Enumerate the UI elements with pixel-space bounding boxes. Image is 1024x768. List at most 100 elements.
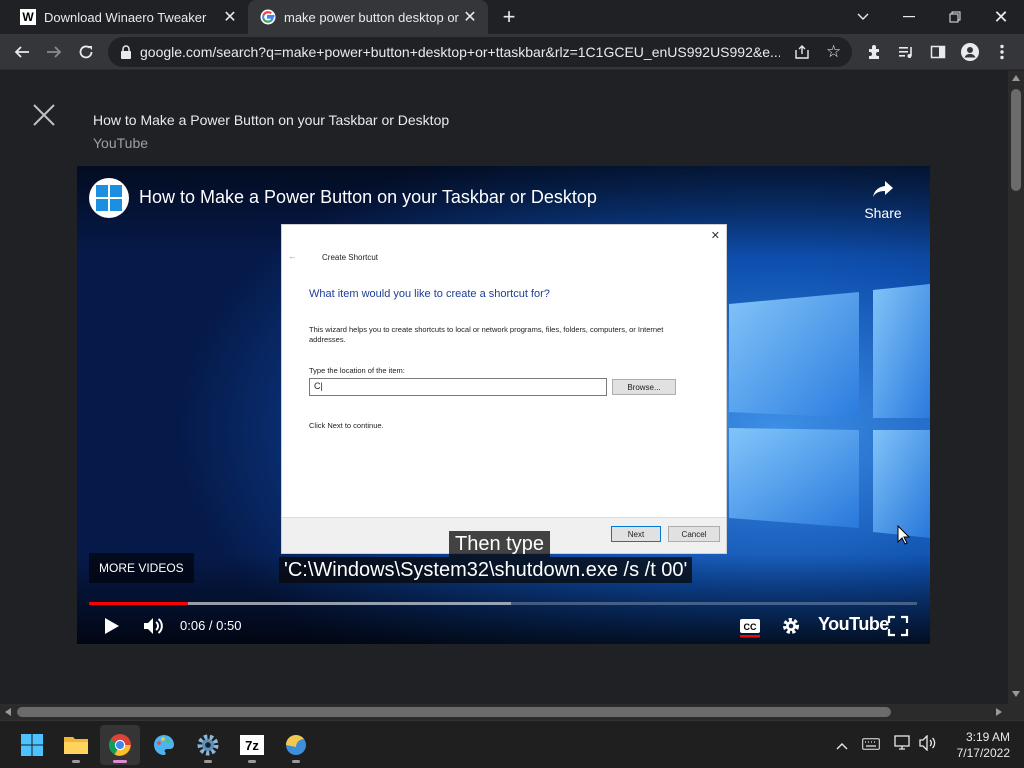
restore-icon[interactable] bbox=[932, 0, 978, 34]
volume-icon bbox=[144, 618, 163, 634]
cancel-button[interactable]: Cancel bbox=[668, 526, 720, 542]
share-button[interactable]: Share bbox=[861, 180, 905, 221]
start-button[interactable] bbox=[12, 725, 52, 765]
windows-logo-icon bbox=[96, 185, 122, 211]
url-text[interactable]: google.com/search?q=make+power+button+de… bbox=[140, 44, 780, 60]
forward-icon[interactable] bbox=[40, 38, 68, 66]
dialog-close-icon[interactable]: ✕ bbox=[711, 229, 720, 242]
captions-button[interactable]: CC bbox=[739, 616, 761, 638]
result-source: YouTube bbox=[93, 135, 149, 151]
paint-app-button[interactable] bbox=[144, 725, 184, 765]
more-videos-button[interactable]: MORE VIDEOS bbox=[89, 553, 194, 583]
winaero-favicon-icon: W bbox=[20, 9, 36, 25]
address-bar[interactable]: google.com/search?q=make+power+button+de… bbox=[108, 37, 852, 67]
menu-kebab-icon[interactable] bbox=[988, 38, 1016, 66]
running-indicator bbox=[292, 760, 300, 763]
share-arrow-icon bbox=[873, 181, 893, 197]
video-player[interactable]: How to Make a Power Button on your Taskb… bbox=[77, 166, 930, 644]
youtube-logo[interactable]: YouTube bbox=[818, 614, 889, 635]
scroll-right-icon[interactable] bbox=[996, 708, 1002, 716]
chrome-taskbar-button[interactable] bbox=[100, 725, 140, 765]
media-control-icon[interactable] bbox=[892, 38, 920, 66]
scrollbar-corner bbox=[1008, 704, 1024, 720]
next-button[interactable]: Next bbox=[611, 526, 661, 542]
bookmark-star-icon[interactable]: ☆ bbox=[826, 43, 841, 60]
dialog-heading: What item would you like to create a sho… bbox=[309, 288, 550, 300]
running-indicator bbox=[248, 760, 256, 763]
show-hidden-icons-chevron-icon[interactable] bbox=[836, 737, 848, 755]
clock[interactable]: 3:19 AM 7/17/2022 bbox=[944, 729, 1010, 761]
vertical-scroll-thumb[interactable] bbox=[1011, 89, 1021, 191]
mouse-cursor-icon bbox=[897, 525, 910, 545]
fullscreen-button[interactable] bbox=[887, 615, 909, 637]
lock-icon[interactable] bbox=[120, 45, 132, 59]
scroll-left-icon[interactable] bbox=[5, 708, 11, 716]
channel-avatar[interactable] bbox=[89, 178, 129, 218]
side-panel-icon[interactable] bbox=[924, 38, 952, 66]
close-window-icon[interactable]: ✕ bbox=[978, 0, 1024, 34]
dialog-title: Create Shortcut bbox=[322, 253, 379, 262]
settings-gear-icon bbox=[197, 734, 219, 756]
caption-line-2: 'C:\Windows\System32\shutdown.exe /s /t … bbox=[279, 557, 693, 583]
progress-bar[interactable] bbox=[89, 602, 917, 605]
clock-date: 7/17/2022 bbox=[956, 746, 1010, 760]
reload-icon[interactable] bbox=[72, 38, 100, 66]
minimize-icon[interactable] bbox=[886, 0, 932, 34]
browser-toolbar: google.com/search?q=make+power+button+de… bbox=[0, 34, 1024, 70]
create-shortcut-dialog: ✕ ← Create Shortcut What item would you … bbox=[281, 224, 727, 554]
tab-winaero[interactable]: W Download Winaero Tweaker ✕ bbox=[8, 0, 248, 34]
keyboard-icon[interactable] bbox=[862, 737, 880, 755]
play-button[interactable] bbox=[99, 614, 123, 638]
played-fill bbox=[89, 602, 189, 605]
volume-button[interactable] bbox=[141, 614, 165, 638]
app-icon bbox=[286, 735, 306, 755]
browse-button[interactable]: Browse... bbox=[612, 379, 676, 395]
vertical-scrollbar[interactable] bbox=[1008, 71, 1024, 704]
palette-icon bbox=[154, 735, 174, 755]
running-indicator bbox=[72, 760, 80, 763]
app-button[interactable] bbox=[276, 725, 316, 765]
time-display: 0:06 / 0:50 bbox=[180, 618, 242, 633]
7zip-button[interactable]: 7z bbox=[232, 725, 272, 765]
video-overlay-page: How to Make a Power Button on your Taskb… bbox=[0, 71, 1008, 704]
windows-start-icon bbox=[21, 734, 43, 756]
svg-text:CC: CC bbox=[744, 622, 757, 632]
close-overlay-icon[interactable] bbox=[30, 101, 58, 129]
profile-avatar-icon[interactable] bbox=[956, 38, 984, 66]
result-title[interactable]: How to Make a Power Button on your Taskb… bbox=[93, 112, 449, 128]
tab-search-chevron-icon[interactable] bbox=[840, 0, 886, 34]
settings-button[interactable] bbox=[780, 615, 802, 637]
back-icon[interactable] bbox=[8, 38, 36, 66]
tab-title: Download Winaero Tweaker bbox=[44, 9, 207, 25]
tab-title: make power button desktop or t bbox=[284, 9, 460, 25]
clock-time: 3:19 AM bbox=[965, 730, 1010, 744]
volume-tray-icon[interactable] bbox=[918, 734, 938, 756]
file-explorer-button[interactable] bbox=[56, 725, 96, 765]
dialog-hint: Click Next to continue. bbox=[309, 421, 384, 430]
running-indicator bbox=[204, 760, 212, 763]
cc-icon: CC bbox=[740, 619, 760, 638]
horizontal-scrollbar[interactable] bbox=[0, 704, 1008, 720]
folder-icon bbox=[64, 737, 88, 754]
settings-app-button[interactable] bbox=[188, 725, 228, 765]
fullscreen-icon bbox=[887, 615, 909, 637]
extensions-icon[interactable] bbox=[860, 38, 888, 66]
share-label: Share bbox=[864, 205, 902, 221]
gear-icon bbox=[783, 618, 799, 634]
video-title[interactable]: How to Make a Power Button on your Taskb… bbox=[139, 187, 597, 208]
dialog-description: This wizard helps you to create shortcut… bbox=[309, 325, 664, 344]
caption-line-1: Then type bbox=[449, 531, 550, 557]
windows-taskbar: 7z 3:19 AM 7/17/2022 bbox=[0, 720, 1024, 768]
tab-close-icon[interactable]: ✕ bbox=[460, 7, 480, 27]
tab-google-search[interactable]: make power button desktop or t ✕ bbox=[248, 0, 488, 34]
location-input[interactable]: C| bbox=[309, 378, 607, 396]
tab-strip: W Download Winaero Tweaker ✕ make power … bbox=[0, 0, 1024, 34]
dialog-back-icon[interactable]: ← bbox=[288, 251, 297, 261]
horizontal-scroll-thumb[interactable] bbox=[17, 707, 891, 717]
network-icon[interactable] bbox=[894, 735, 912, 756]
share-page-icon[interactable] bbox=[794, 44, 810, 65]
tab-close-icon[interactable]: ✕ bbox=[220, 7, 240, 27]
scroll-down-icon[interactable] bbox=[1012, 691, 1020, 697]
scroll-up-icon[interactable] bbox=[1012, 75, 1020, 81]
new-tab-icon[interactable]: + bbox=[495, 3, 523, 31]
